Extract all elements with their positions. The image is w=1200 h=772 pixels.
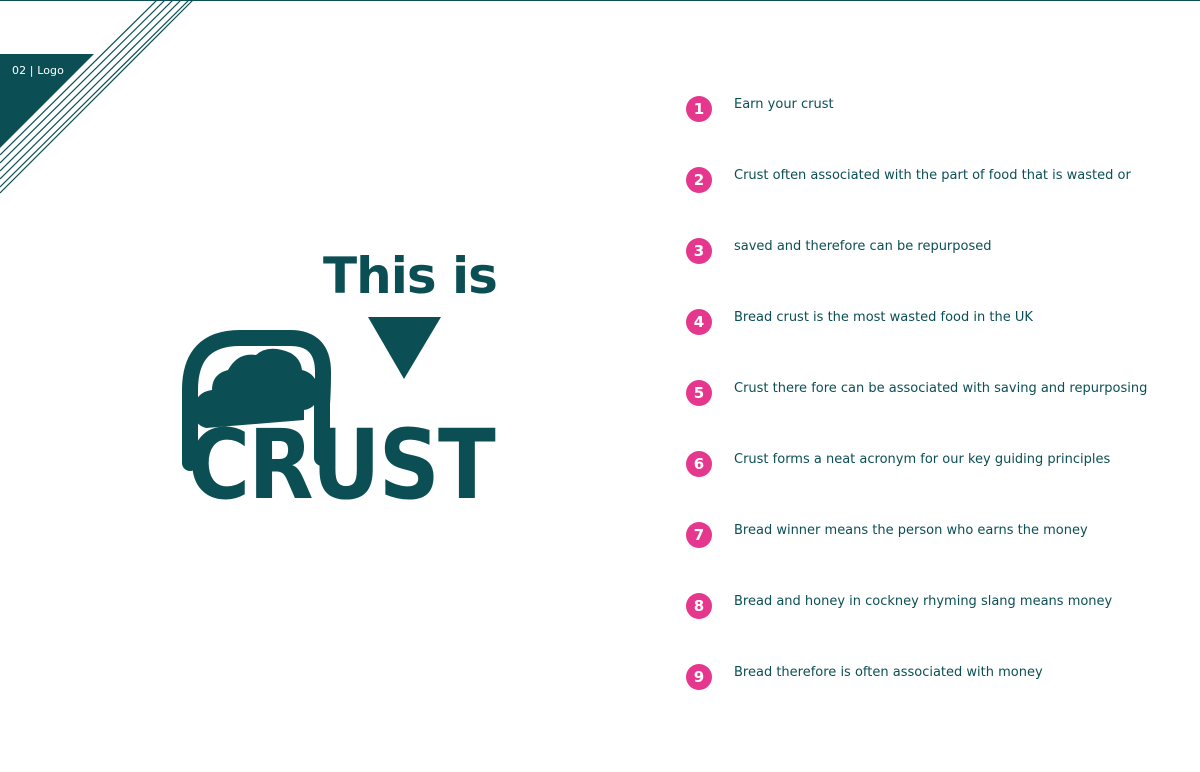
principle-text: Bread crust is the most wasted food in t… — [734, 310, 1033, 325]
list-item: 9 Bread therefore is often associated wi… — [686, 662, 1186, 733]
list-item: 5 Crust there fore can be associated wit… — [686, 378, 1186, 449]
corner-stripes-decoration — [0, 0, 194, 194]
number-badge: 8 — [686, 593, 712, 619]
number-badge: 5 — [686, 380, 712, 406]
principle-text: saved and therefore can be repurposed — [734, 239, 992, 254]
principle-text: Crust there fore can be associated with … — [734, 381, 1148, 396]
number-badge: 1 — [686, 96, 712, 122]
principle-text: Earn your crust — [734, 97, 834, 112]
principle-text: Crust forms a neat acronym for our key g… — [734, 452, 1111, 467]
triangle-down-icon — [368, 317, 441, 379]
number-badge: 4 — [686, 309, 712, 335]
list-item: 4 Bread crust is the most wasted food in… — [686, 307, 1186, 378]
list-item: 8 Bread and honey in cockney rhyming sla… — [686, 591, 1186, 662]
list-item: 7 Bread winner means the person who earn… — [686, 520, 1186, 591]
number-badge: 2 — [686, 167, 712, 193]
number-badge: 9 — [686, 664, 712, 690]
list-item: 2 Crust often associated with the part o… — [686, 165, 1186, 236]
section-label: 02 | Logo — [12, 64, 64, 77]
principle-text: Bread and honey in cockney rhyming slang… — [734, 594, 1113, 609]
principle-text: Bread winner means the person who earns … — [734, 523, 1088, 538]
number-badge: 3 — [686, 238, 712, 264]
list-item: 1 Earn your crust — [686, 94, 1186, 165]
list-item: 3 saved and therefore can be repurposed — [686, 236, 1186, 307]
principle-text: Bread therefore is often associated with… — [734, 665, 1043, 680]
principles-list: 1 Earn your crust 2 Crust often associat… — [686, 94, 1186, 733]
number-badge: 7 — [686, 522, 712, 548]
principle-text: Crust often associated with the part of … — [734, 168, 1131, 183]
number-badge: 6 — [686, 451, 712, 477]
crust-logo: CRUST — [182, 317, 497, 515]
list-item: 6 Crust forms a neat acronym for our key… — [686, 449, 1186, 520]
logo-wordmark: CRUST — [188, 409, 495, 515]
